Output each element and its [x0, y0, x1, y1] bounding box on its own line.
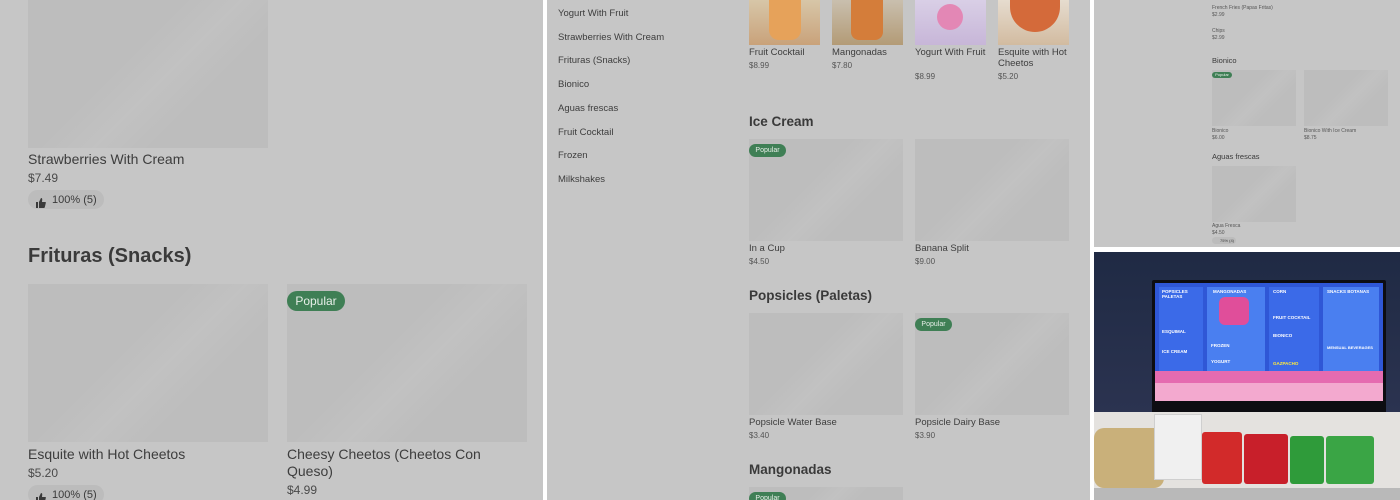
- item-name[interactable]: Bionico: [1212, 128, 1228, 134]
- item-name[interactable]: Cheesy Cheetos (Cheetos Con Queso): [287, 446, 527, 480]
- board-heading: ICE CREAM: [1162, 349, 1188, 354]
- popular-badge: Popular: [749, 492, 786, 500]
- menu-column: CORN FRUIT COCKTAIL BIONICO GAZPACHO: [1269, 287, 1319, 371]
- item-price: $2.99: [1212, 35, 1225, 41]
- item-image-placeholder[interactable]: [915, 139, 1069, 241]
- section-title: Popsicles (Paletas): [749, 288, 873, 303]
- board-heading: YOGURT: [1211, 359, 1231, 364]
- item-name[interactable]: Agua Fresca: [1212, 223, 1240, 229]
- item-name[interactable]: Bionico With Ice Cream: [1304, 128, 1356, 134]
- item-name[interactable]: Banana Split: [915, 243, 969, 254]
- thumbs-up-icon: [1214, 239, 1218, 243]
- board-heading: POPSICLES PALETAS: [1162, 289, 1188, 299]
- item-price: $8.99: [749, 61, 770, 70]
- item-price: $3.40: [749, 431, 770, 440]
- sidebar-item[interactable]: Aguas frescas: [558, 103, 618, 114]
- rating-badge: 100% (5): [28, 485, 104, 500]
- chip-bags: [1326, 436, 1374, 484]
- store-menu-zoomed-pane: Strawberries With Cream $7.49 100% (5) F…: [0, 0, 543, 500]
- item-price: $3.90: [915, 431, 936, 440]
- item-name[interactable]: Fruit Cocktail: [749, 47, 820, 58]
- board-heading: GAZPACHO: [1273, 361, 1299, 366]
- sidebar-item[interactable]: Frituras (Snacks): [558, 55, 630, 66]
- rating-badge: 100% (5): [28, 190, 104, 209]
- item-image-placeholder[interactable]: [1212, 166, 1296, 222]
- mangonadas-photo[interactable]: [832, 0, 903, 45]
- item-name[interactable]: Mangonadas: [832, 47, 903, 58]
- item-image-placeholder[interactable]: [749, 313, 903, 415]
- item-image-placeholder[interactable]: [1304, 70, 1388, 126]
- section-title: Mangonadas: [749, 462, 832, 477]
- shelf: [1094, 488, 1400, 500]
- board-heading: FRUIT COCKTAIL: [1273, 315, 1311, 320]
- popular-badge: Popular: [1212, 72, 1232, 78]
- item-name[interactable]: Yogurt With Fruit: [915, 47, 986, 58]
- board-heading: SNACKS BOTANAS: [1327, 289, 1370, 294]
- rating-text: 75% (4): [1220, 238, 1235, 243]
- board-heading: CORN: [1273, 289, 1287, 294]
- sidebar-item[interactable]: Yogurt With Fruit: [558, 8, 628, 19]
- item-image-placeholder[interactable]: [28, 284, 268, 442]
- thumbs-up-icon: [36, 195, 46, 208]
- item-name[interactable]: Popsicle Dairy Base: [915, 417, 1000, 428]
- sidebar-item[interactable]: Milkshakes: [558, 174, 605, 185]
- item-price: $7.80: [832, 61, 853, 70]
- item-price: $4.99: [287, 483, 318, 497]
- board-heading: MANGONADAS: [1213, 289, 1247, 294]
- section-title: Ice Cream: [749, 114, 814, 129]
- chip-bags: [1290, 436, 1324, 484]
- item-price: $2.99: [1212, 12, 1225, 18]
- rating-badge: 75% (4): [1212, 237, 1236, 244]
- menu-column: POPSICLES PALETAS ESQUIMAL ICE CREAM: [1159, 287, 1203, 371]
- thumbs-up-icon: [36, 490, 46, 500]
- chip-bags: [1244, 434, 1288, 484]
- sidebar-item[interactable]: Fruit Cocktail: [558, 127, 613, 138]
- item-image-placeholder[interactable]: [28, 0, 268, 148]
- board-heading: MENSUAL BEVERAGES: [1327, 345, 1373, 350]
- popular-badge: Popular: [287, 291, 345, 311]
- board-heading: FROZEN: [1211, 343, 1230, 348]
- section-title: Aguas frescas: [1212, 152, 1260, 161]
- sidebar-item[interactable]: Bionico: [558, 79, 589, 90]
- item-price: $5.20: [28, 466, 59, 480]
- section-title: Bionico: [1212, 56, 1237, 65]
- chip-bags: [1202, 432, 1242, 484]
- item-price: $4.50: [1212, 230, 1225, 236]
- item-price: $6.00: [1212, 135, 1225, 141]
- item-name[interactable]: French Fries (Papas Fritas): [1212, 5, 1273, 11]
- menu-column: MANGONADAS FROZEN YOGURT: [1207, 287, 1265, 371]
- item-name[interactable]: Esquite with Hot Cheetos: [998, 47, 1078, 69]
- item-price: $7.49: [28, 171, 59, 185]
- store-menu-pane: Yogurt With Fruit Strawberries With Crea…: [547, 0, 1090, 500]
- rating-text: 100% (5): [52, 488, 97, 500]
- section-title: Frituras (Snacks): [28, 245, 192, 267]
- item-name[interactable]: Esquite with Hot Cheetos: [28, 446, 185, 462]
- esquite-photo[interactable]: [998, 0, 1069, 45]
- item-price: $8.75: [1304, 135, 1317, 141]
- sidebar-item[interactable]: Frozen: [558, 150, 588, 161]
- item-price: $8.99: [915, 72, 936, 81]
- store-menu-overview-pane: French Fries (Papas Fritas) $2.99 Chips …: [1094, 0, 1400, 247]
- menu-column: SNACKS BOTANAS MENSUAL BEVERAGES: [1323, 287, 1379, 371]
- item-name[interactable]: Popsicle Water Base: [749, 417, 837, 428]
- item-name[interactable]: Strawberries With Cream: [28, 151, 184, 167]
- board-heading: BIONICO: [1273, 333, 1293, 338]
- item-price: $5.20: [998, 72, 1019, 81]
- sidebar-item[interactable]: Strawberries With Cream: [558, 32, 664, 43]
- item-name[interactable]: In a Cup: [749, 243, 785, 254]
- menu-board-photo: POPSICLES PALETAS ESQUIMAL ICE CREAM MAN…: [1094, 252, 1400, 500]
- popular-badge: Popular: [749, 144, 786, 157]
- item-price: $4.50: [749, 257, 770, 266]
- fruit-cocktail-photo[interactable]: [749, 0, 820, 45]
- board-heading: ESQUIMAL: [1162, 329, 1186, 334]
- item-name[interactable]: Chips: [1212, 28, 1225, 34]
- rating-text: 100% (5): [52, 193, 97, 206]
- yogurt-photo[interactable]: [915, 0, 986, 45]
- tv-screen: POPSICLES PALETAS ESQUIMAL ICE CREAM MAN…: [1152, 280, 1386, 415]
- popular-badge: Popular: [915, 318, 952, 331]
- item-image-placeholder[interactable]: [1212, 70, 1296, 126]
- sign-stand: [1154, 414, 1202, 480]
- item-price: $9.00: [915, 257, 936, 266]
